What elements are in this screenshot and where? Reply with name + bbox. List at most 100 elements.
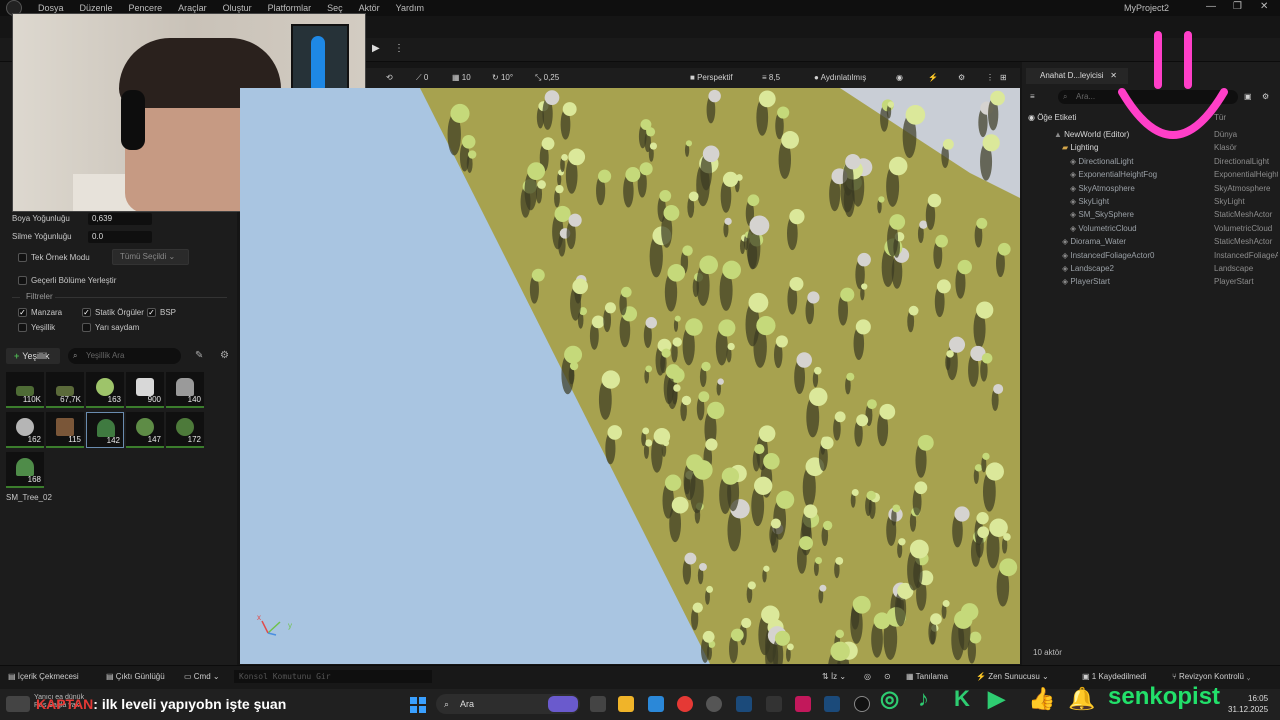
foliage-tile[interactable]: 162 <box>6 412 44 448</box>
outliner-row[interactable]: ◈ VolumetricCloud <box>1070 224 1137 233</box>
grid-snap-button[interactable]: ▦ 10 <box>452 73 471 82</box>
foliage-tile-selected[interactable]: 142 <box>86 412 124 448</box>
visibility-icon[interactable]: ◉ <box>1028 113 1037 122</box>
menu-build[interactable]: Oluştur <box>223 3 252 13</box>
place-current-checkbox[interactable] <box>18 276 27 286</box>
revision-control-button[interactable]: ⑂ Revizyon Kontrolü ⌄ <box>1172 672 1251 681</box>
task-view-icon[interactable] <box>590 696 606 712</box>
unreal-engine-icon[interactable] <box>854 696 870 712</box>
steam-icon[interactable] <box>824 696 840 712</box>
github-icon[interactable] <box>706 696 722 712</box>
close-button[interactable]: ✕ <box>1260 1 1268 12</box>
widget-icon[interactable] <box>548 696 578 712</box>
check-icon[interactable]: ✓ <box>82 308 91 318</box>
filter-bsp[interactable]: ✓ BSP <box>147 308 176 318</box>
check-icon[interactable]: ✓ <box>18 308 27 318</box>
check-icon[interactable]: ✓ <box>147 308 156 318</box>
foliage-tile[interactable]: 110K <box>6 372 44 408</box>
single-instance-checkbox[interactable] <box>18 253 27 263</box>
console-input[interactable]: Konsol Komutunu Gir <box>234 670 432 683</box>
outliner-row[interactable]: ◈ ExponentialHeightFog <box>1070 170 1157 179</box>
maximize-button[interactable]: ❐ <box>1233 1 1242 12</box>
foliage-search-input[interactable]: ⌕ Yeşillik Ara <box>68 348 181 364</box>
play-options-icon[interactable]: ⋮ <box>394 43 404 54</box>
foliage-tile[interactable]: 115 <box>46 412 84 448</box>
foliage-tile[interactable]: 900 <box>126 372 164 408</box>
folder-add-icon[interactable]: ▣ <box>1244 92 1252 101</box>
single-instance-dropdown[interactable]: Tümü Seçildi ⌄ <box>112 249 189 265</box>
layout-icon[interactable]: ⊞ <box>1000 73 1007 82</box>
menu-help[interactable]: Yardım <box>396 3 424 13</box>
foliage-tile[interactable]: 67,7K <box>46 372 84 408</box>
derived-data-icon[interactable]: ⊙ <box>884 672 891 681</box>
outliner-row[interactable]: ◈ SkyLight <box>1070 197 1109 206</box>
outliner-row[interactable]: ▰ Lighting <box>1062 143 1098 152</box>
store-icon[interactable] <box>648 696 664 712</box>
scale-snap-button[interactable]: ⤡ 0,25 <box>535 73 559 83</box>
menu-edit[interactable]: Düzenle <box>80 3 113 13</box>
menu-tools[interactable]: Araçlar <box>178 3 207 13</box>
filter-foliage-checkbox[interactable] <box>18 323 27 333</box>
menu-select[interactable]: Seç <box>327 3 343 13</box>
output-log-button[interactable]: ▤ Çıktı Günlüğü <box>106 672 165 681</box>
zen-server-button[interactable]: ⚡ Zen Sunucusu ⌄ <box>976 672 1049 681</box>
taskbar-clock[interactable]: 16:05 31.12.2025 <box>1228 693 1268 715</box>
filter-translucent-checkbox[interactable] <box>82 323 91 333</box>
trace-button[interactable]: ⇅ İz ⌄ <box>822 672 846 681</box>
filter-icon[interactable]: ≡ <box>1030 92 1035 101</box>
viewport-more-icon[interactable]: ⋮ <box>986 73 994 82</box>
chrome-icon[interactable] <box>677 696 693 712</box>
performance-icon[interactable]: ⚡ <box>928 73 938 82</box>
pencil-icon[interactable]: ✎ <box>195 350 203 361</box>
outliner-row[interactable]: ◈ PlayerStart <box>1062 277 1110 286</box>
windows-start-icon[interactable] <box>410 697 426 713</box>
gear-icon[interactable]: ⚙ <box>220 350 229 361</box>
rotation-snap-button[interactable]: ↻ 10° <box>492 73 513 82</box>
outliner-row[interactable]: ◈ SM_SkySphere <box>1070 210 1134 219</box>
settings-icon[interactable]: ⚙ <box>958 73 965 82</box>
level-viewport[interactable]: x y <box>240 88 1020 664</box>
foliage-tile[interactable]: 140 <box>166 372 204 408</box>
single-instance-row[interactable]: Tek Örnek Modu <box>18 253 90 263</box>
place-current-row[interactable]: Geçerli Bölüme Yerleştir <box>18 276 116 286</box>
outliner-row[interactable]: ◈ SkyAtmosphere <box>1070 184 1135 193</box>
gear-icon[interactable]: ⚙ <box>1262 92 1269 101</box>
record-icon[interactable]: ◎ <box>864 672 871 681</box>
transform-mode-icon[interactable]: ⟲ <box>386 73 393 82</box>
filter-landscape[interactable]: ✓ Manzara <box>18 308 62 318</box>
menu-file[interactable]: Dosya <box>38 3 64 13</box>
camera-speed-button[interactable]: ≡ 8,5 <box>762 73 780 82</box>
cmd-dropdown[interactable]: ▭ Cmd ⌄ <box>184 672 220 681</box>
perspective-button[interactable]: ■ Perspektif <box>690 73 733 82</box>
file-explorer-icon[interactable] <box>618 696 634 712</box>
steam-icon[interactable] <box>736 696 752 712</box>
lighting-mode-button[interactable]: ● Aydınlatılmış <box>814 73 866 82</box>
outliner-row[interactable]: ◈ DirectionalLight <box>1070 157 1134 166</box>
filter-static-mesh[interactable]: ✓ Statik Örgüler <box>82 308 144 318</box>
outliner-row[interactable]: ◈ Diorama_Water <box>1062 237 1126 246</box>
menu-window[interactable]: Pencere <box>129 3 163 13</box>
foliage-tile[interactable]: 168 <box>6 452 44 488</box>
foliage-tile[interactable]: 163 <box>86 372 124 408</box>
paint-density-input[interactable]: 0,639 <box>88 213 152 225</box>
play-icon[interactable]: ▶ <box>372 43 386 57</box>
app-icon[interactable] <box>795 696 811 712</box>
outliner-row[interactable]: ◈ Landscape2 <box>1062 264 1114 273</box>
epic-games-icon[interactable] <box>766 696 782 712</box>
unsaved-button[interactable]: ▣ 1 Kaydedilmedi <box>1082 672 1146 681</box>
content-drawer-button[interactable]: ▤ İçerik Çekmecesi <box>8 672 79 681</box>
add-foliage-button[interactable]: + Yeşillik <box>6 348 60 364</box>
menu-actor[interactable]: Aktör <box>359 3 380 13</box>
menu-platforms[interactable]: Platformlar <box>268 3 312 13</box>
diagnostics-button[interactable]: ▦ Tanılama <box>906 672 948 681</box>
filter-foliage[interactable]: Yeşillik <box>18 323 55 333</box>
foliage-tile[interactable]: 147 <box>126 412 164 448</box>
erase-density-input[interactable]: 0.0 <box>88 231 152 243</box>
outliner-row[interactable]: ◈ InstancedFoliageActor0 <box>1062 251 1154 260</box>
surface-snap-button[interactable]: ⟋ 0 <box>416 73 428 83</box>
foliage-tile[interactable]: 172 <box>166 412 204 448</box>
eye-icon[interactable]: ◉ <box>896 73 903 82</box>
minimize-button[interactable]: — <box>1206 1 1216 12</box>
filter-translucent[interactable]: Yarı saydam <box>82 323 139 333</box>
outliner-header-label[interactable]: ◉ Öğe Etiketi <box>1028 113 1076 122</box>
